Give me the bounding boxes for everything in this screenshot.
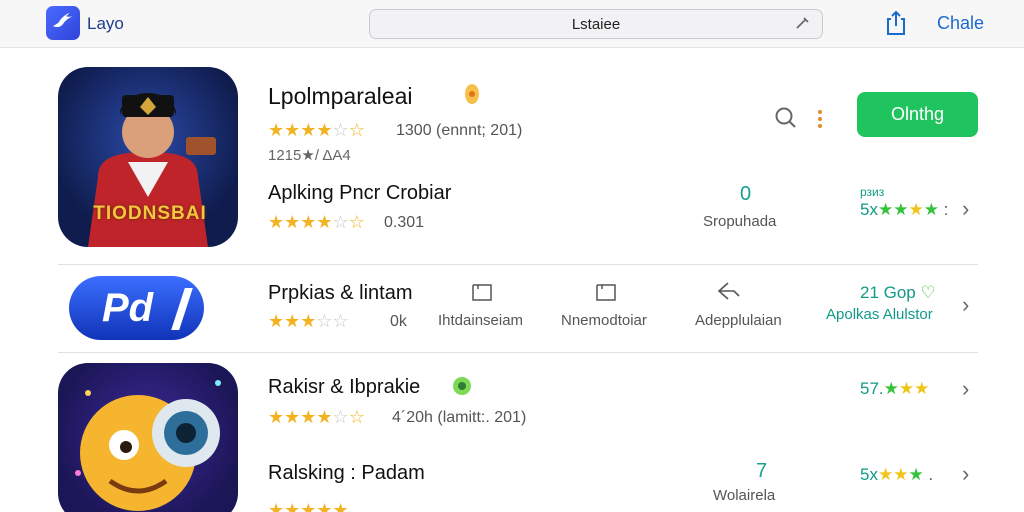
clear-search-icon[interactable]	[794, 16, 810, 37]
chevron-right-icon[interactable]: ›	[962, 376, 969, 402]
app-title[interactable]: Rakisr & Ibprakie	[268, 376, 420, 399]
rating-meta: 0.301	[384, 214, 425, 231]
divider	[58, 352, 978, 353]
column-label-3: Adepplulaian	[695, 312, 782, 329]
rating-meta: 4´20h (lamitt:. 201)	[392, 409, 527, 426]
rating-stars: ★★★★☆☆	[268, 212, 365, 232]
get-button[interactable]: Olnthg	[857, 92, 978, 137]
column-label-1: Ihtdainseiam	[438, 312, 524, 329]
top-bar: Layo Lstaiee Chale	[0, 0, 1024, 48]
rating-stars: ★★★★☆☆	[268, 120, 365, 140]
rank-text: 5х	[860, 465, 878, 484]
share-arrow-icon[interactable]	[716, 280, 742, 307]
rating-meta: 0k	[390, 313, 407, 330]
downloads-text: 1215★/ ΔA4	[268, 147, 351, 164]
rank-text: 57.	[860, 379, 884, 398]
rating-stars: ★★★★★	[268, 500, 349, 512]
badge-icon	[462, 82, 482, 111]
divider	[58, 264, 978, 265]
app-icon-pd[interactable]: Pd	[69, 276, 204, 340]
square-icon[interactable]	[470, 282, 494, 307]
app-title[interactable]: Prpkias & lintam	[268, 282, 413, 305]
rank-top: 21 Gop ♡	[860, 283, 936, 303]
app-subtitle[interactable]: Ralsking : Padam	[268, 462, 425, 485]
count-label: Sropuhada	[703, 213, 777, 230]
search-value: Lstaiee	[571, 16, 621, 33]
top-link[interactable]: Chale	[937, 13, 984, 34]
count-value: 0	[740, 183, 752, 205]
count-value: 7	[756, 460, 768, 482]
app-name: Layo	[87, 14, 124, 33]
rank-rating: 5х★★★ .	[860, 465, 934, 484]
rank-text: Apolkas Alulstor	[826, 306, 933, 323]
rank-top-text: 21 Gop	[860, 283, 916, 302]
badge-icon	[452, 376, 472, 401]
rank-text: 5х	[860, 200, 878, 219]
rank-rating: 57.★★★	[860, 379, 930, 398]
rating-text: 1300 (ennnt; 201)	[396, 122, 523, 139]
rating-stars: ★★★★☆☆	[268, 407, 365, 427]
rank-top: рзиз	[860, 185, 885, 199]
count-label: Wolairela	[713, 487, 776, 504]
square-icon[interactable]	[594, 282, 618, 307]
chevron-right-icon[interactable]: ›	[962, 196, 969, 222]
app-icon-text: Pd	[101, 285, 154, 330]
rank-rating: 5х★★★★ :	[860, 200, 949, 219]
search-icon[interactable]	[774, 106, 798, 135]
rating-stars: ★★★☆☆	[268, 311, 349, 331]
more-icon[interactable]	[816, 108, 824, 135]
chevron-right-icon[interactable]: ›	[962, 461, 969, 487]
bird-logo-icon[interactable]	[46, 6, 80, 40]
heart-icon: ♡	[920, 283, 936, 302]
app-icon-character[interactable]	[58, 363, 238, 512]
app-title[interactable]: Lpolmparaleai	[268, 83, 412, 110]
app-subtitle[interactable]: Aplking Pncr Crobiar	[268, 182, 451, 205]
chevron-right-icon[interactable]: ›	[962, 292, 969, 318]
app-icon-text: TIODNSBAI	[93, 203, 207, 224]
search-input[interactable]: Lstaiee	[369, 9, 823, 39]
share-icon[interactable]	[884, 10, 908, 36]
column-label-2: Nnemodtoiar	[561, 312, 647, 329]
